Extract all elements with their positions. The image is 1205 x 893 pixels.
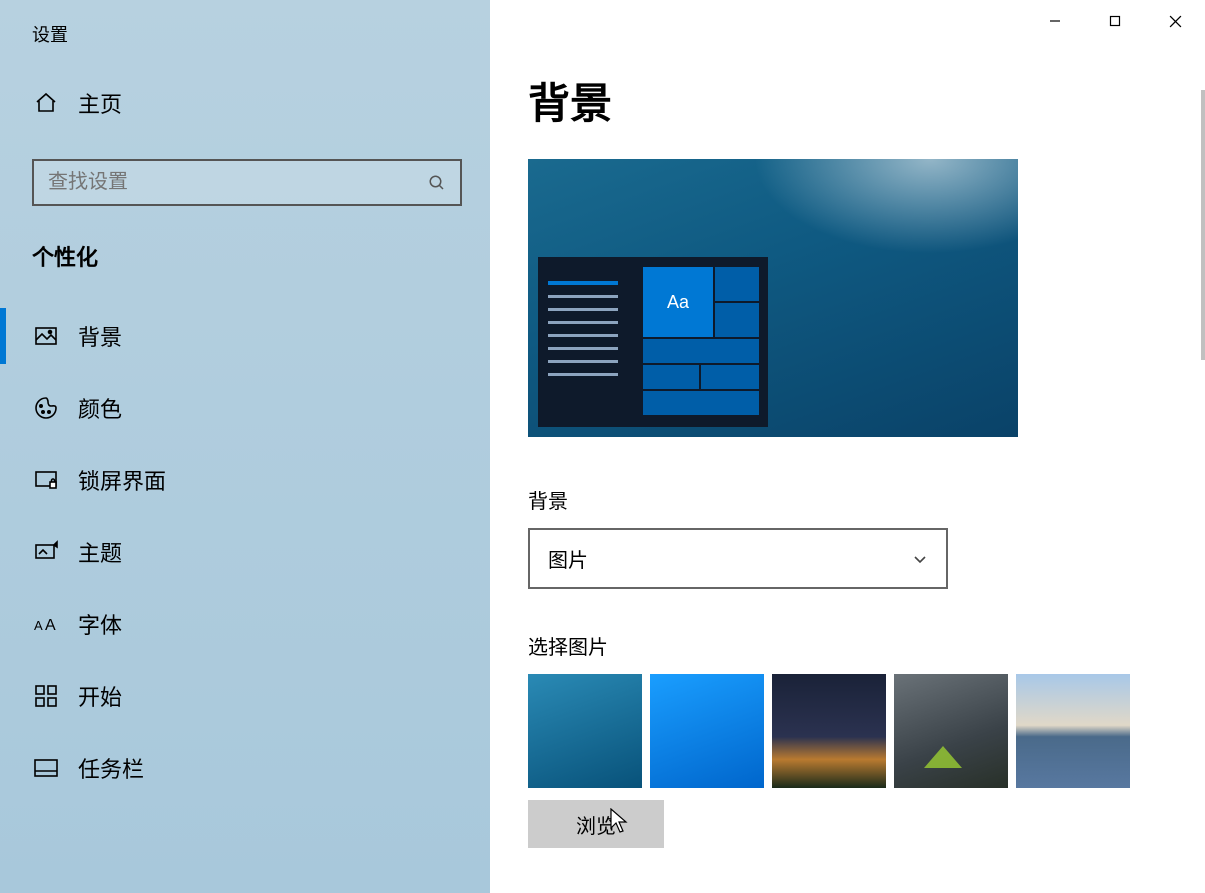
thumbnail-4[interactable] [894, 674, 1008, 788]
search-box[interactable] [32, 159, 462, 206]
dropdown-value: 图片 [548, 544, 588, 573]
background-dropdown[interactable]: 图片 [528, 528, 948, 589]
svg-text:A: A [34, 618, 43, 633]
picture-icon [34, 324, 58, 348]
choose-picture-label: 选择图片 [528, 631, 1157, 660]
background-field-label: 背景 [528, 485, 1157, 514]
picture-thumbnails [528, 674, 1157, 788]
fonts-icon: AA [34, 612, 58, 636]
nav-label: 颜色 [78, 392, 122, 424]
nav-label: 开始 [78, 680, 122, 712]
nav-label: 任务栏 [78, 752, 144, 784]
svg-text:A: A [45, 617, 56, 634]
thumbnail-1[interactable] [528, 674, 642, 788]
lockscreen-icon [34, 468, 58, 492]
nav-taskbar[interactable]: 任务栏 [0, 732, 490, 804]
close-button[interactable] [1145, 0, 1205, 42]
nav-background[interactable]: 背景 [0, 300, 490, 372]
section-title: 个性化 [0, 234, 490, 300]
nav-label: 主题 [78, 536, 122, 568]
nav-fonts[interactable]: AA 字体 [0, 588, 490, 660]
sidebar: 设置 主页 个性化 背景 [0, 0, 490, 893]
home-label: 主页 [78, 87, 122, 119]
preview-tile-text: Aa [643, 267, 713, 337]
scrollbar[interactable] [1201, 90, 1205, 360]
palette-icon [34, 396, 58, 420]
nav-start[interactable]: 开始 [0, 660, 490, 732]
home-icon [34, 91, 58, 115]
chevron-down-icon [912, 551, 928, 567]
search-icon [428, 174, 446, 192]
nav-colors[interactable]: 颜色 [0, 372, 490, 444]
page-heading: 背景 [528, 70, 1157, 131]
app-title: 设置 [0, 5, 490, 75]
window-controls [1025, 0, 1205, 42]
thumbnail-2[interactable] [650, 674, 764, 788]
nav-label: 背景 [78, 320, 122, 352]
taskbar-icon [34, 756, 58, 780]
start-icon [34, 684, 58, 708]
nav-list: 背景 颜色 锁屏界面 主题 [0, 300, 490, 804]
nav-themes[interactable]: 主题 [0, 516, 490, 588]
desktop-preview: Aa [528, 159, 1018, 437]
minimize-button[interactable] [1025, 0, 1085, 42]
nav-lockscreen[interactable]: 锁屏界面 [0, 444, 490, 516]
thumbnail-3[interactable] [772, 674, 886, 788]
content-pane: 背景 Aa 背景 图片 [490, 0, 1205, 893]
thumbnail-5[interactable] [1016, 674, 1130, 788]
search-input[interactable] [48, 171, 428, 194]
home-link[interactable]: 主页 [0, 75, 490, 131]
maximize-button[interactable] [1085, 0, 1145, 42]
browse-button[interactable]: 浏览 [528, 800, 664, 848]
nav-label: 字体 [78, 608, 122, 640]
themes-icon [34, 540, 58, 564]
nav-label: 锁屏界面 [78, 464, 166, 496]
